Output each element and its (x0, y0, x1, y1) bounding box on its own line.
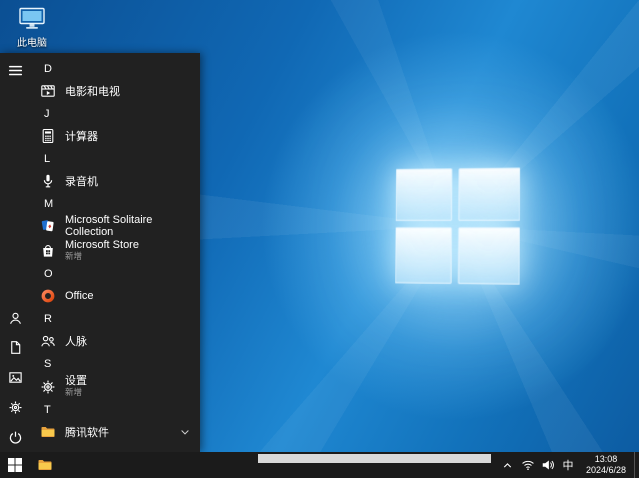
app-subtitle: 新增 (65, 386, 83, 397)
start-menu: D 电影和电视 J 计算器 L 录音机 M Microsoft Solitair… (0, 53, 200, 452)
app-item-microsoft-store[interactable]: Microsoft Store 新增 (30, 238, 200, 263)
start-menu-rail (0, 53, 30, 452)
network-tray-button[interactable] (518, 452, 538, 478)
app-item-solitaire[interactable]: Microsoft Solitaire Collection (30, 214, 200, 238)
section-letter-t[interactable]: T (30, 399, 200, 420)
desktop-icon-label: 此电脑 (17, 38, 47, 49)
section-letter-label: S (44, 357, 52, 370)
background-window-edge[interactable] (258, 454, 491, 463)
solitaire-cards-icon (40, 218, 56, 234)
people-icon (40, 333, 56, 349)
windows-desktop: 此电脑 D 电影和电视 J 计算器 L 录音机 M Microsoft Soli… (0, 0, 639, 478)
section-letter-label: T (44, 403, 51, 416)
app-subtitle: 新增 (65, 250, 83, 261)
user-icon (9, 312, 21, 324)
section-letter-d[interactable]: D (30, 58, 200, 79)
section-letter-label: O (44, 267, 53, 280)
section-letter-m[interactable]: M (30, 193, 200, 214)
pictures-icon (8, 371, 22, 383)
app-item-movies-tv[interactable]: 电影和电视 (30, 79, 200, 103)
movies-tv-icon (40, 83, 56, 99)
rail-power-button[interactable] (0, 422, 30, 452)
app-label: 计算器 (65, 131, 98, 143)
store-bag-icon (40, 243, 56, 259)
windows-logo (395, 166, 520, 285)
rail-pictures-button[interactable] (0, 362, 30, 392)
section-letter-s[interactable]: S (30, 353, 200, 374)
app-folder-tencent[interactable]: 腾讯软件 (30, 420, 200, 444)
app-item-people[interactable]: 人脉 (30, 329, 200, 353)
section-letter-j[interactable]: J (30, 103, 200, 124)
desktop-icon-this-pc[interactable]: 此电脑 (8, 6, 56, 49)
chevron-down-icon[interactable] (179, 426, 191, 438)
app-item-voice-recorder[interactable]: 录音机 (30, 169, 200, 193)
tray-expand-button[interactable] (498, 452, 518, 478)
app-label: 录音机 (65, 176, 98, 188)
section-letter-o[interactable]: O (30, 263, 200, 284)
gear-icon (9, 401, 21, 413)
section-letter-l[interactable]: L (30, 148, 200, 169)
documents-icon (10, 340, 20, 354)
app-label: 电影和电视 (65, 86, 120, 98)
section-letter-r[interactable]: R (30, 308, 200, 329)
app-item-settings[interactable]: 设置 新增 (30, 374, 200, 399)
power-icon (9, 431, 21, 443)
taskbar-clock[interactable]: 13:08 2024/6/28 (578, 454, 634, 477)
network-icon (522, 460, 534, 470)
app-label: 人脉 (65, 336, 87, 348)
microphone-icon (40, 173, 56, 189)
windows-start-icon (8, 458, 22, 472)
office-icon (40, 288, 56, 304)
show-desktop-button[interactable] (634, 452, 639, 478)
app-label: Microsoft Solitaire Collection (65, 214, 153, 238)
section-letter-label: M (44, 197, 54, 210)
section-letter-label: R (44, 312, 52, 325)
hamburger-menu-icon (8, 65, 22, 75)
app-label: Office (65, 290, 94, 302)
rail-settings-button[interactable] (0, 392, 30, 422)
volume-icon (542, 460, 554, 470)
section-letter-label: D (44, 62, 52, 75)
clock-time: 13:08 (594, 453, 618, 464)
clock-date: 2024/6/28 (585, 465, 626, 475)
start-button[interactable] (0, 452, 30, 478)
rail-documents-button[interactable] (0, 332, 30, 362)
chevron-up-icon (504, 462, 512, 468)
volume-tray-button[interactable] (538, 452, 558, 478)
rail-user-button[interactable] (0, 303, 30, 333)
section-letter-label: J (44, 107, 50, 120)
app-item-office[interactable]: Office (30, 284, 200, 308)
start-menu-app-list: D 电影和电视 J 计算器 L 录音机 M Microsoft Solitair… (30, 53, 200, 452)
file-explorer-button[interactable] (30, 452, 60, 478)
expand-menu-button[interactable] (0, 55, 30, 85)
section-letter-label: L (44, 152, 51, 165)
calculator-icon (40, 128, 56, 144)
gear-icon (40, 379, 56, 395)
system-tray: 中 13:08 2024/6/28 (498, 452, 639, 478)
monitor-icon (19, 7, 45, 29)
app-item-calculator[interactable]: 计算器 (30, 124, 200, 148)
app-label: 腾讯软件 (65, 427, 109, 439)
file-explorer-icon (38, 460, 52, 470)
ime-indicator[interactable]: 中 (558, 452, 578, 478)
folder-icon (40, 424, 56, 440)
